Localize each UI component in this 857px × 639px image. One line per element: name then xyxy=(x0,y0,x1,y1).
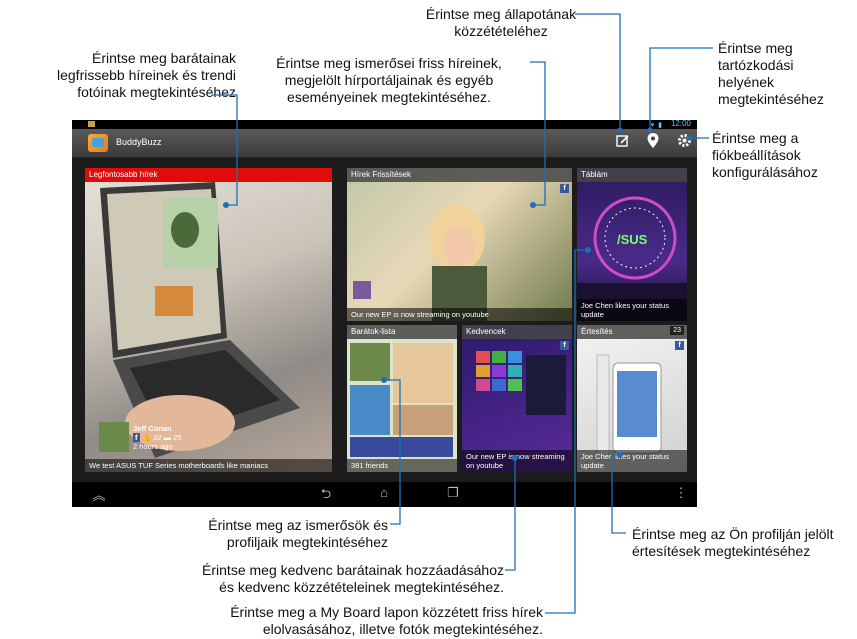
facebook-icon: f xyxy=(133,433,140,442)
post-status-button[interactable] xyxy=(613,133,633,153)
svg-text:/SUS: /SUS xyxy=(617,232,648,247)
callout-friends-news: Érintse meg barátainak legfrissebb hírei… xyxy=(57,50,236,100)
callout-notifications: Érintse meg az Ön profilján jelölt értes… xyxy=(632,526,834,559)
tile-my-board-caption: Joe Chen likes your status update xyxy=(577,299,687,321)
edit-icon xyxy=(616,135,629,147)
engagement-row: f 👍 32 ▬ 25 xyxy=(133,433,181,442)
app-title: BuddyBuzz xyxy=(116,137,162,147)
like-count: 32 xyxy=(153,433,162,442)
gear-icon xyxy=(677,134,691,147)
tile-friends-list-caption: 381 friends xyxy=(347,459,457,472)
dashboard-content: Legfontosabb hírek Jeff Conan f 👍 32 ▬ 2… xyxy=(72,158,697,482)
collapse-icon[interactable]: ︽ xyxy=(88,485,110,504)
overflow-menu-icon[interactable]: ⋮ xyxy=(670,485,692,501)
author-name: Jeff Conan xyxy=(133,424,172,433)
callout-acquaintance-news: Érintse meg ismerősei friss híreinek, me… xyxy=(276,55,502,105)
wifi-battery-icon: ▾ ▮ xyxy=(650,122,663,129)
tile-top-news-caption: We test ASUS TUF Series motherboards lik… xyxy=(85,459,332,472)
callout-my-board: Érintse meg a My Board lapon közzétett f… xyxy=(230,604,543,637)
tile-my-board[interactable]: Táblám /SUS Joe Chen likes your status u… xyxy=(577,168,687,321)
tile-news-feed[interactable]: Hírek Frissítések f Our new EP is now st… xyxy=(347,168,572,321)
location-button[interactable] xyxy=(643,133,663,153)
girl-photo xyxy=(353,204,487,321)
buddybuzz-app-icon[interactable] xyxy=(88,134,108,152)
recent-apps-icon[interactable]: ❐ xyxy=(442,485,464,501)
tablet-screen: ▾ ▮ 12:00 BuddyBuzz Legfontosabb hírek J… xyxy=(72,120,697,507)
settings-button[interactable] xyxy=(674,133,694,153)
tile-notifications[interactable]: Értesítés 23 f Joe Chen likes your statu… xyxy=(577,325,687,472)
tile-friends-list[interactable]: Barátok-lista 381 friends xyxy=(347,325,457,472)
callout-location: Érintse meg tartózkodási helyének megtek… xyxy=(718,40,824,107)
laptop-photo xyxy=(99,182,300,458)
location-pin-icon xyxy=(647,133,659,148)
post-time: 2 hours ago xyxy=(133,442,173,451)
status-clock: 12:00 xyxy=(670,120,691,128)
tile-news-feed-caption: Our new EP is now streaming on youtube xyxy=(347,308,572,321)
home-icon[interactable]: ⌂ xyxy=(373,485,395,500)
comment-count: 25 xyxy=(173,433,182,442)
callout-favorites: Érintse meg kedvenc barátainak hozzáadás… xyxy=(202,562,504,595)
callout-friends-list: Érintse meg az ismerősök és profiljaik m… xyxy=(208,517,388,550)
tile-top-news[interactable]: Legfontosabb hírek Jeff Conan f 👍 32 ▬ 2… xyxy=(85,168,332,472)
action-bar: BuddyBuzz xyxy=(72,129,697,158)
comment-icon: ▬ xyxy=(163,433,171,442)
top-news-meta: Jeff Conan f 👍 32 ▬ 25 2 hours ago xyxy=(133,424,181,451)
callout-settings: Érintse meg a fiókbeállítások konfigurál… xyxy=(712,130,818,180)
status-bar: ▾ ▮ 12:00 xyxy=(72,120,697,129)
tile-notifications-caption: Joe Chen likes your status update xyxy=(577,450,687,472)
notification-icon xyxy=(88,121,95,127)
tile-favorites[interactable]: Kedvencek f Our new EP is now streaming … xyxy=(462,325,572,472)
like-icon: 👍 xyxy=(141,433,151,442)
callout-status: Érintse meg állapotának közzétételéhez xyxy=(425,6,577,39)
back-icon[interactable]: ⮌ xyxy=(315,485,337,507)
tile-favorites-caption: Our new EP is now streaming on youtube xyxy=(462,450,572,472)
friends-collage xyxy=(350,343,453,457)
navigation-bar: ︽ ⮌ ⌂ ❐ ⋮ xyxy=(72,482,697,507)
